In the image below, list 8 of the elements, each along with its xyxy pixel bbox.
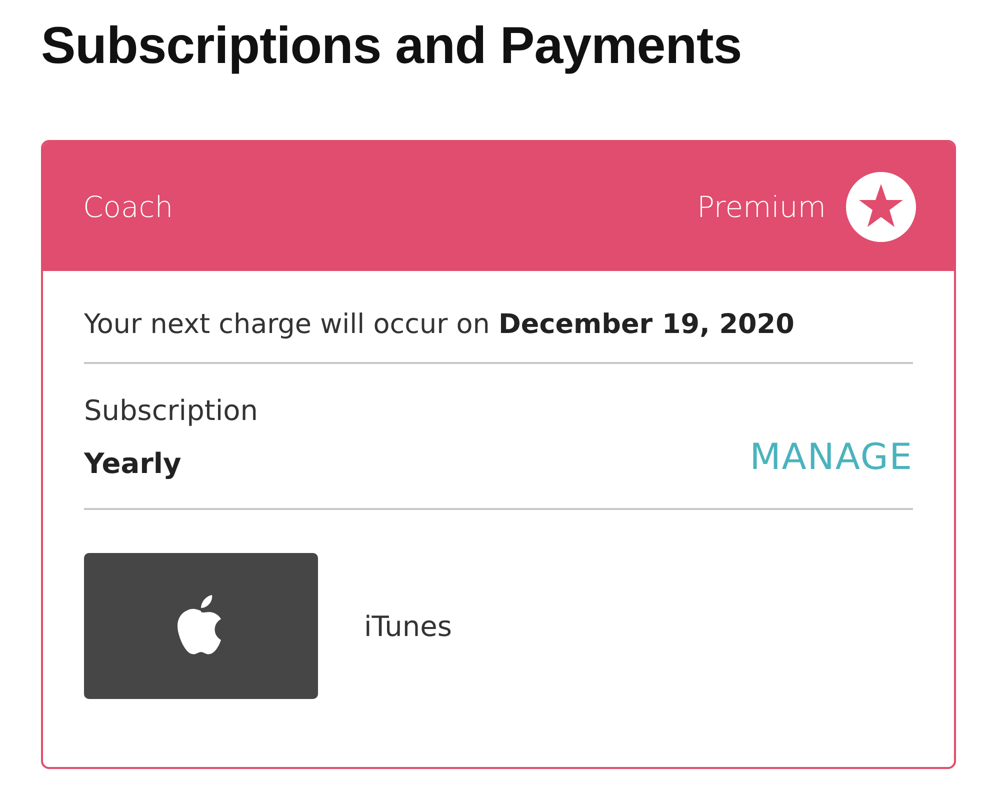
manage-link[interactable]: MANAGE [750,437,913,478]
subscription-value: Yearly [84,447,182,480]
next-charge-text: Your next charge will occur on December 19, 2020 [84,309,794,340]
payment-method: iTunes [364,610,452,642]
plan-level-label: Premium [696,190,826,224]
plan-name: Coach [83,190,174,224]
page-title: Subscriptions and Payments [41,16,742,77]
subscription-label: Subscription [84,394,258,427]
